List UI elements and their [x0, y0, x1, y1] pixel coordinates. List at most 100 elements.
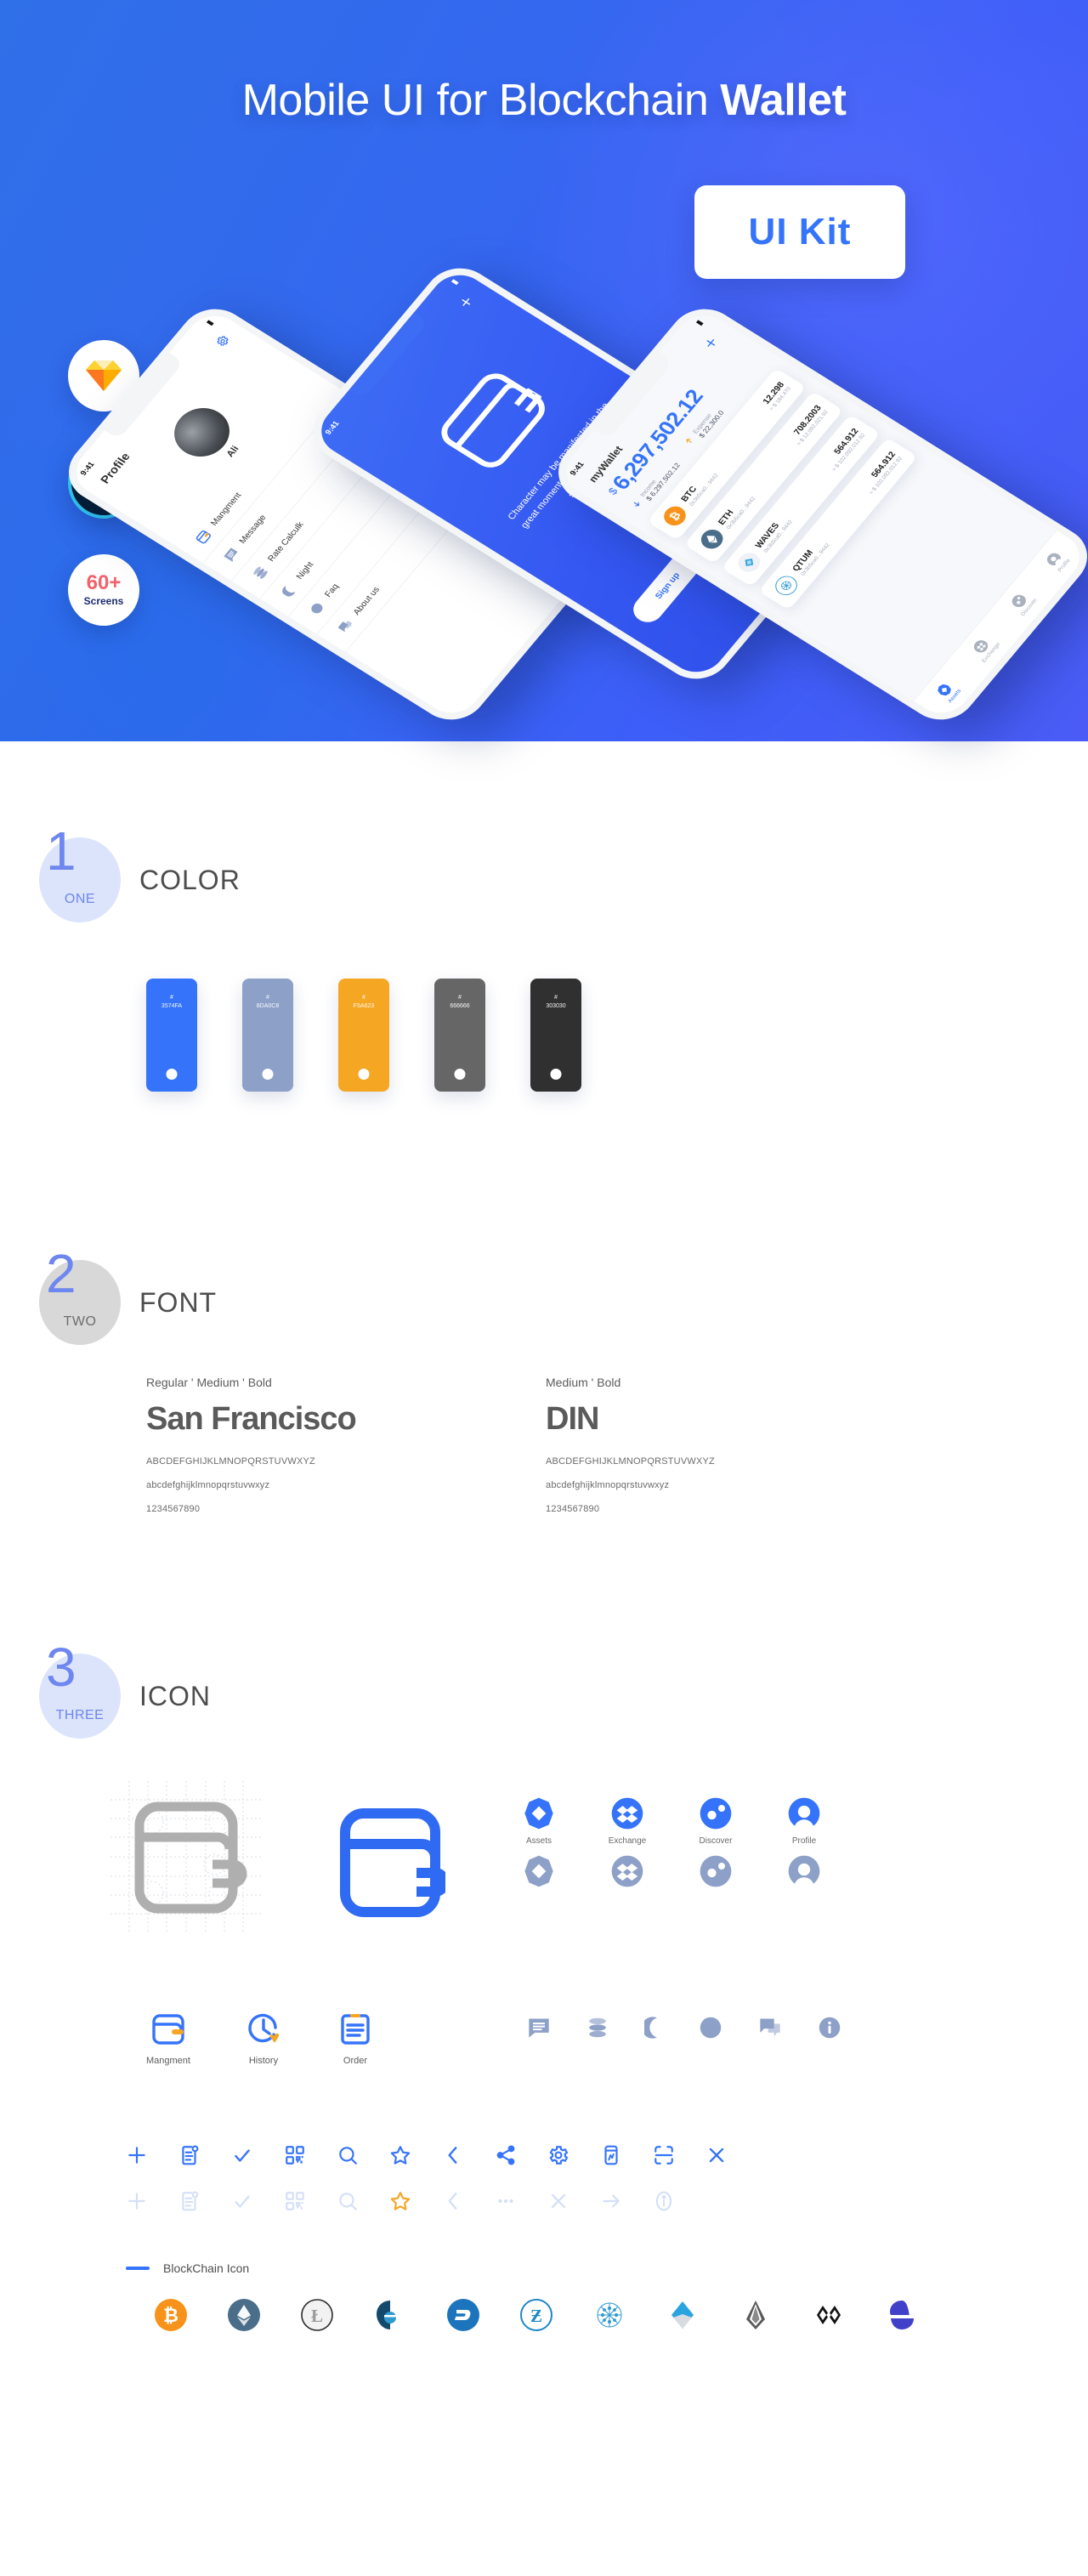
chat-icon[interactable] [758, 2017, 782, 2039]
phone-mockups: 9:41 ▮ Profile Ali Mangment Message Rate… [0, 0, 1088, 850]
info-icon[interactable] [818, 2016, 842, 2040]
line-icon-row-blue [0, 2144, 1088, 2166]
ellipsis-icon[interactable] [495, 2190, 517, 2212]
section-number-badge: 1 ONE [39, 824, 121, 922]
dash-icon[interactable] [447, 2299, 479, 2331]
tab-discover[interactable]: Discover [1006, 589, 1038, 617]
bitcoin-icon[interactable]: ₿ [155, 2299, 187, 2331]
blockchain-legend: BlockChain Icon [0, 2261, 1088, 2275]
utility-icon-row: Mangment History Order [0, 2011, 1088, 2066]
close-icon[interactable] [706, 2144, 728, 2166]
eos-icon[interactable] [740, 2299, 772, 2331]
chevron-left-icon[interactable] [442, 2190, 464, 2212]
utility-icon-history[interactable]: History [245, 2011, 282, 2066]
swatch-dot [550, 1069, 562, 1080]
check-icon[interactable] [231, 2144, 253, 2166]
swatch-hash: # [362, 995, 366, 1001]
nav-icon-exchange-muted[interactable] [607, 1854, 648, 1888]
scan-icon[interactable] [653, 2144, 675, 2166]
message-icon[interactable] [527, 2017, 551, 2039]
section-font-header: 2 TWO FONT [0, 1246, 1088, 1345]
plus-icon[interactable] [126, 2144, 148, 2166]
list-settings-icon[interactable] [178, 2190, 201, 2212]
nav-icon-discover[interactable]: Discover [695, 1796, 736, 1846]
moon-icon[interactable] [643, 2016, 663, 2040]
list-settings-icon[interactable] [178, 2144, 201, 2166]
info-icon[interactable] [653, 2190, 675, 2212]
star-icon[interactable] [389, 2190, 411, 2212]
nav-icon-label: Profile [791, 1836, 817, 1846]
nav-icon-exchange[interactable]: Exchange [607, 1796, 648, 1846]
section-number-word: ONE [64, 892, 96, 906]
order-clipboard-icon [341, 2014, 370, 2045]
close-icon[interactable] [547, 2190, 570, 2212]
tab-assets[interactable]: Assets [933, 679, 962, 704]
svg-text:₿: ₿ [163, 2305, 178, 2326]
search-icon[interactable] [337, 2144, 359, 2166]
qtum-icon[interactable] [593, 2299, 626, 2331]
swatch-hash: # [266, 995, 269, 1001]
font-sample-lowercase: abcdefghijklmnopqrstuvwxyz [146, 1480, 270, 1490]
nav-icon-label: Assets [525, 1836, 552, 1846]
litecoin-icon[interactable]: Ł [301, 2299, 333, 2331]
section-title: ICON [139, 1680, 211, 1711]
search-icon[interactable] [337, 2190, 359, 2212]
nav-icon-profile[interactable]: Profile [784, 1796, 824, 1846]
gear-icon[interactable] [547, 2144, 570, 2166]
qr-code-icon[interactable] [284, 2144, 306, 2166]
zcash-icon[interactable]: Ƶ [520, 2299, 552, 2331]
swatch-hex: 3574FA [161, 1003, 183, 1010]
color-swatch: #8DA0C8 [242, 979, 293, 1092]
utility-icon-order[interactable]: Order [337, 2011, 374, 2066]
nav-icon-discover-muted[interactable] [695, 1854, 736, 1888]
circle-icon[interactable] [699, 2016, 722, 2040]
wallet-icon [191, 527, 215, 548]
nano-icon[interactable] [886, 2299, 918, 2331]
tab-exchange[interactable]: Exchange [966, 633, 1001, 663]
section-icon: 3 THREE ICON Assets Exchange Discover Pr… [0, 1640, 1088, 2331]
status-time: 9:41 [568, 460, 586, 478]
plus-icon[interactable] [126, 2190, 148, 2212]
font-name: San Francisco [146, 1401, 357, 1437]
arrow-right-icon[interactable] [600, 2190, 622, 2212]
font-family-sf: Regular ' Medium ' Bold San Francisco AB… [146, 1376, 546, 1514]
share-icon[interactable] [495, 2144, 517, 2166]
exchange-icon [611, 1855, 643, 1887]
swatch-hex: F5A623 [353, 1003, 375, 1010]
status-icons: ▮ [205, 318, 215, 327]
gear-icon[interactable] [213, 332, 232, 349]
section-color-header: 1 ONE COLOR [0, 824, 1088, 922]
utility-icon-label: History [248, 2056, 279, 2066]
income-icon [633, 502, 640, 507]
swatch-dot [166, 1069, 178, 1080]
check-icon[interactable] [231, 2190, 253, 2212]
nem-icon[interactable] [374, 2299, 406, 2331]
nav-icon-assets[interactable]: Assets [518, 1796, 559, 1846]
phone-chart-icon[interactable] [600, 2144, 622, 2166]
color-swatch: # F5A623 [338, 979, 389, 1092]
database-icon[interactable] [586, 2016, 609, 2040]
profile-icon [788, 1797, 820, 1826]
swatch-hex: 8DA0C8 [256, 1003, 280, 1010]
qr-code-icon[interactable] [284, 2190, 306, 2212]
font-weights: Regular ' Medium ' Bold [146, 1376, 272, 1389]
monero-icon[interactable] [813, 2299, 845, 2331]
labelled-utility-icons: Mangment History Order [146, 2011, 374, 2066]
nav-icon-assets-muted[interactable] [518, 1854, 559, 1888]
status-time: 9:41 [78, 460, 97, 478]
chevron-left-icon[interactable] [442, 2144, 464, 2166]
section-icon-header: 3 THREE ICON [0, 1640, 1088, 1739]
list-item-label: Faq [323, 582, 341, 599]
utility-icon-label: Mangment [146, 2056, 190, 2066]
color-swatch: #666666 [434, 979, 485, 1092]
ethereum-icon[interactable] [228, 2299, 260, 2331]
utility-icon-mangment[interactable]: Mangment [146, 2011, 190, 2066]
nav-icon-profile-muted[interactable] [784, 1854, 824, 1888]
font-weights: Medium ' Bold [546, 1376, 621, 1389]
list-item-label: Night [294, 560, 316, 582]
waves-icon[interactable] [666, 2299, 699, 2331]
section-title: FONT [139, 1286, 218, 1318]
star-icon[interactable] [389, 2144, 411, 2166]
tab-profile[interactable]: Profile [1043, 549, 1072, 573]
plus-icon[interactable] [456, 293, 480, 314]
